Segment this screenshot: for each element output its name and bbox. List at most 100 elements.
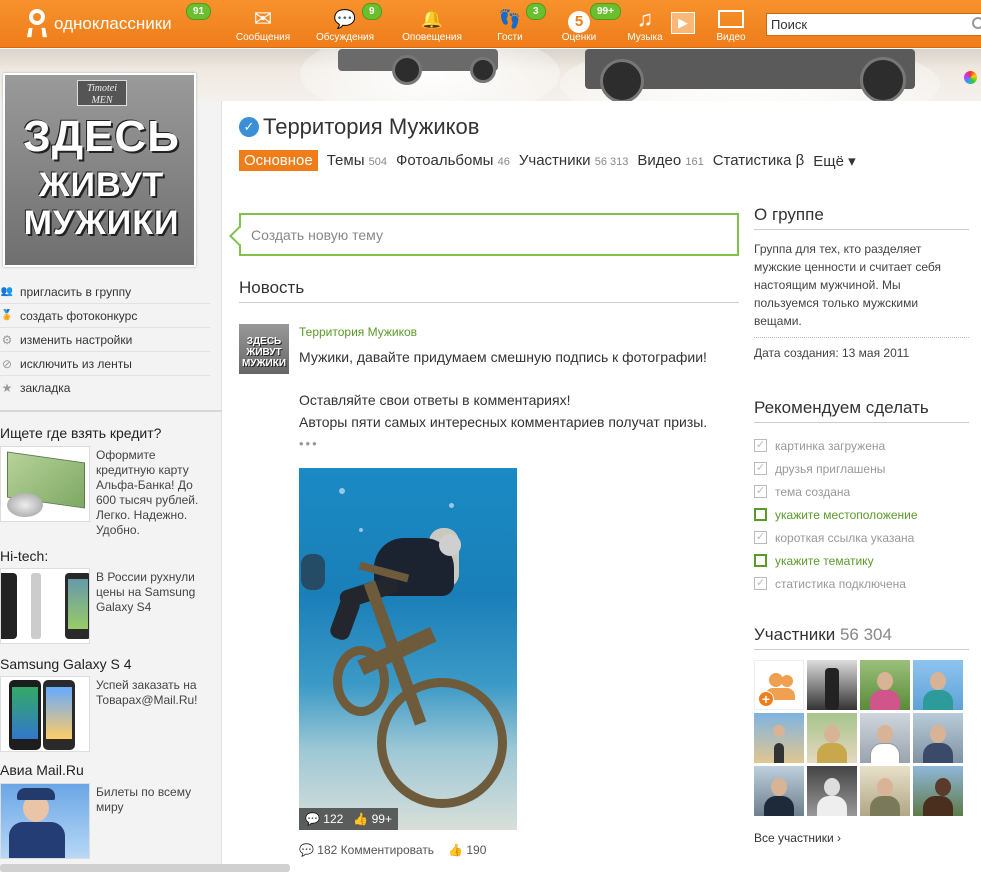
comment-button[interactable]: 💬 182 Комментировать [299,843,434,857]
member-avatar[interactable] [913,713,963,763]
tab-more[interactable]: Ещё ▾ [813,152,855,170]
horizontal-scrollbar[interactable] [0,864,290,872]
all-members-link[interactable]: Все участники › [754,831,841,845]
tab-members[interactable]: Участники 56 313 [519,152,629,169]
tab-main-label: Основное [244,152,313,169]
ad-1-title[interactable]: Ищете где взять кредит? [0,425,161,441]
bike-front-wheel [377,678,507,808]
logo-text: одноклассники [54,14,172,33]
tab-more-label: Ещё ▾ [813,152,856,170]
nav-messages-label: Сообщения [235,32,291,43]
action-exclude[interactable]: ⊘ исключить из ленты [0,352,210,376]
group-avatar[interactable]: Timotei MEN ЗДЕСЬ ЖИВУТ МУЖИКИ [3,73,196,267]
action-bookmark-label: закладка [20,381,71,395]
stewardess-hat [17,788,55,800]
ad-2-text[interactable]: В России рухнули цены на Samsung Galaxy … [96,570,211,615]
empty-checkbox-icon [754,554,767,567]
checklist-item[interactable]: ✓ короткая ссылка указана [754,526,969,549]
nav-notifications[interactable]: 🔔 Оповещения [401,6,463,44]
member-avatar[interactable] [913,766,963,816]
tab-statistics[interactable]: Статистика β [713,152,805,169]
ad-3-text[interactable]: Успей заказать на Товарах@Mail.Ru! [96,678,211,708]
ad-3-title[interactable]: Samsung Galaxy S 4 [0,656,132,672]
create-topic-input[interactable]: Создать новую тему [239,213,739,256]
thumbs-up-icon: 👍 [448,843,464,857]
checklist-item-label: друзья приглашены [775,461,886,476]
ad-3-image[interactable] [0,676,90,752]
guests-badge: 3 [526,3,546,20]
member-avatar[interactable] [807,713,857,763]
phone-image [43,680,75,750]
ok-logo-icon [26,9,48,39]
tab-topics[interactable]: Темы 504 [327,152,387,169]
tab-photo-albums-label: Фотоальбомы [396,152,494,169]
nav-music[interactable]: ♫ Музыка [614,6,676,44]
member-avatar[interactable] [754,713,804,763]
member-avatar[interactable] [913,660,963,710]
checklist-item-label: статистика подключена [775,576,906,591]
creation-date: Дата создания: 13 мая 2011 [754,346,910,360]
film-icon [700,6,762,32]
group-tabs: Основное Темы 504 Фотоальбомы 46 Участни… [239,150,865,171]
ad-4-text[interactable]: Билеты по всему миру [96,785,211,815]
action-bookmark[interactable]: ★ закладка [0,376,210,400]
ad-1-text[interactable]: Оформите кредитную карту Альфа-Банка! До… [96,448,211,538]
member-avatar[interactable] [860,660,910,710]
action-settings[interactable]: ⚙ изменить настройки [0,328,210,352]
tab-main[interactable]: Основное [239,150,318,171]
checkmark-icon: ✓ [754,462,767,475]
photo-likes[interactable]: 👍 99+ [353,808,392,830]
star-icon: ★ [1,381,13,395]
tab-video-count: 161 [685,156,704,168]
action-photo-contest[interactable]: 🏅 создать фотоконкурс [0,304,210,328]
checklist-item[interactable]: ✓ тема создана [754,480,969,503]
photo-comments[interactable]: 💬 122 [305,808,343,830]
empty-checkbox-icon [754,508,767,521]
checklist-item[interactable]: ✓ друзья приглашены [754,457,969,480]
post-more-button[interactable]: ••• [299,436,319,451]
ad-4-image[interactable] [0,783,90,859]
truck-wheel [470,57,496,83]
ad-4-title[interactable]: Авиа Mail.Ru [0,762,84,778]
search-icon[interactable] [972,17,981,29]
tab-topics-label: Темы [326,152,365,169]
checklist-item[interactable]: ✓ картинка загружена [754,434,969,457]
checklist-item-todo[interactable]: укажите тематику [754,549,969,572]
checkmark-icon: ✓ [754,577,767,590]
site-logo[interactable]: одноклассники [26,9,172,39]
search-input[interactable] [766,13,981,36]
post-author-link[interactable]: Территория Мужиков [299,325,417,339]
member-avatar[interactable] [860,713,910,763]
coins-image [7,493,43,517]
nav-video[interactable]: Видео [700,6,762,44]
logo-notification-badge: 91 [186,3,212,20]
people-icon: 👥 [0,286,14,297]
member-avatar[interactable] [860,766,910,816]
ad-2-title[interactable]: Hi-tech: [0,548,48,564]
checklist-item[interactable]: ✓ статистика подключена [754,572,969,595]
color-palette-icon[interactable] [964,71,977,84]
tab-video[interactable]: Видео 161 [637,152,703,169]
poster-line-3: МУЖИКИ [23,204,180,242]
member-avatar[interactable] [754,766,804,816]
like-button[interactable]: 👍 190 [448,843,486,857]
diver-leg [328,593,362,643]
post-photo[interactable] [299,468,517,830]
play-button-icon[interactable]: ▶ [671,12,695,34]
post-text-line-1: Мужики, давайте придумаем смешную подпис… [299,349,707,365]
tab-photo-albums-count: 46 [497,156,510,168]
member-avatar[interactable] [807,660,857,710]
comment-icon: 💬 [305,812,320,826]
member-avatar[interactable] [807,766,857,816]
action-invite[interactable]: 👥 пригласить в группу [0,280,210,304]
nav-messages[interactable]: ✉ Сообщения [232,6,294,44]
ad-1-image[interactable] [0,446,90,522]
tab-members-label: Участники [518,152,591,169]
post-author-avatar[interactable]: ЗДЕСЬ ЖИВУТ МУЖИКИ [239,324,289,374]
invite-members-icon[interactable]: + [754,660,804,710]
ad-2-image[interactable] [0,568,90,644]
tab-topics-count: 504 [368,156,388,168]
gear-icon: ⚙ [1,332,13,347]
checklist-item-todo[interactable]: укажите местоположение [754,503,969,526]
tab-photo-albums[interactable]: Фотоальбомы 46 [396,152,510,169]
